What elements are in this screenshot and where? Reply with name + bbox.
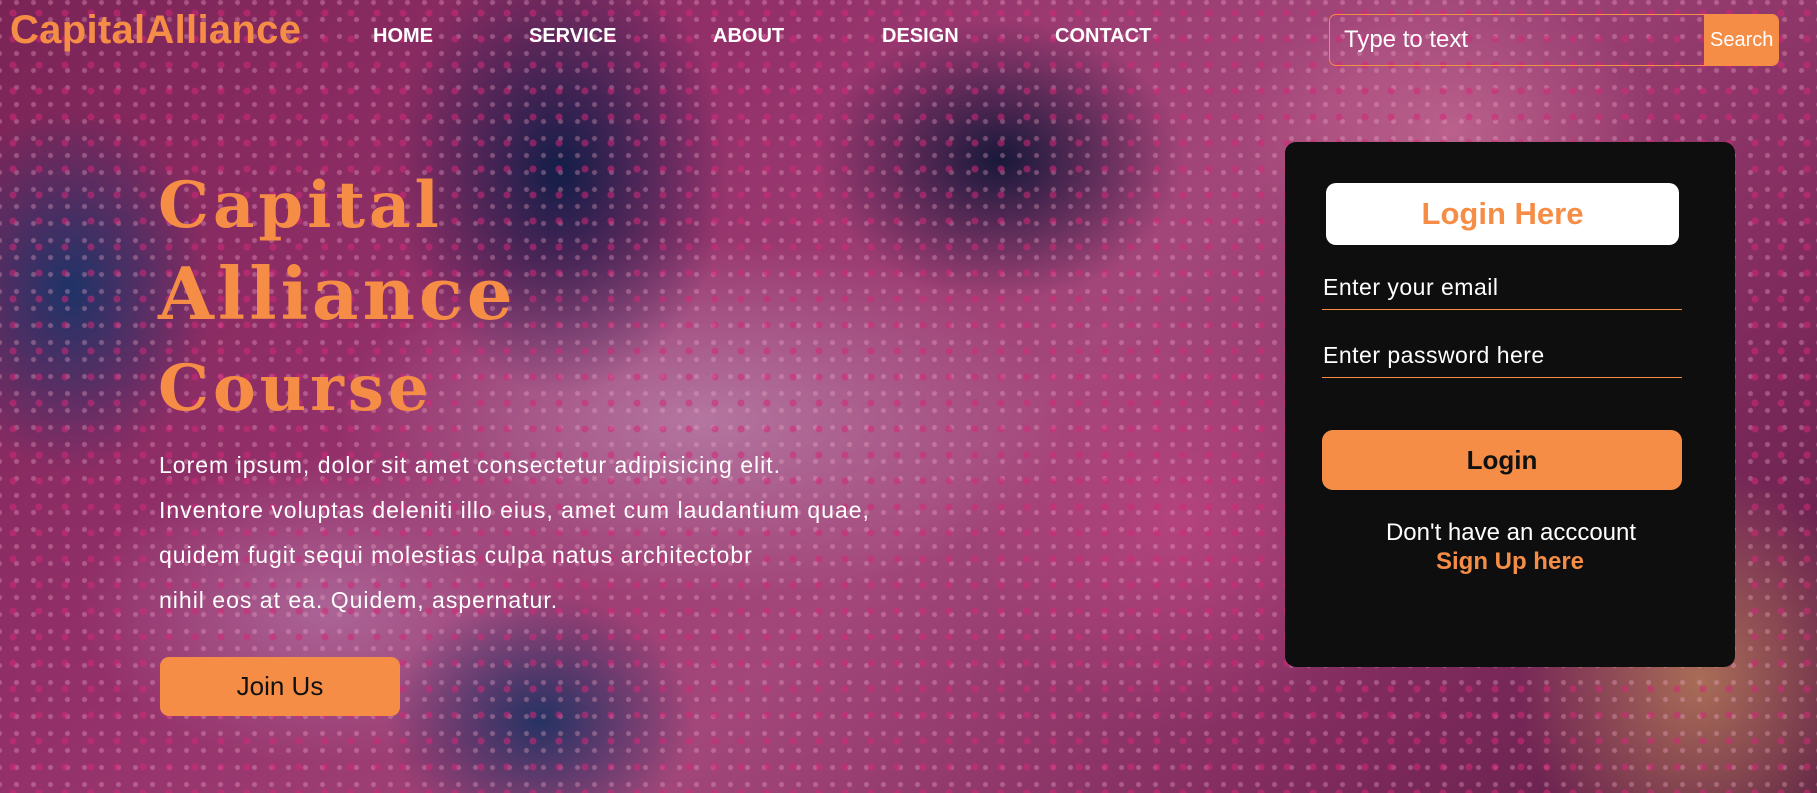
nav-contact[interactable]: CONTACT (1055, 25, 1151, 48)
nav-design[interactable]: DESIGN (882, 25, 959, 48)
hero-description-line: nihil eos at ea. Quidem, aspernatur. (159, 587, 559, 613)
search-button[interactable]: Search (1704, 15, 1778, 65)
search-input[interactable] (1330, 15, 1706, 65)
nav-service[interactable]: SERVICE (529, 25, 616, 48)
hero-title-line: Capital (158, 168, 443, 243)
email-field[interactable] (1322, 266, 1682, 310)
join-us-button[interactable]: Join Us (160, 657, 400, 716)
login-card: Login Here Login Don't have an acccount … (1285, 142, 1735, 667)
hero-title-line: Alliance (158, 251, 517, 336)
hero-description-line: Inventore voluptas deleniti illo eius, a… (159, 497, 870, 523)
hero-title: Capital Alliance Course (158, 168, 517, 434)
signup-prompt: Don't have an acccount Sign Up here (1285, 518, 1735, 576)
nav-home[interactable]: HOME (373, 25, 433, 48)
signup-link[interactable]: Sign Up here (1436, 547, 1584, 576)
search-box: Search (1329, 14, 1779, 66)
hero-description: Lorem ipsum, dolor sit amet consectetur … (159, 443, 870, 623)
hero-description-line: quidem fugit sequi molestias culpa natus… (159, 542, 753, 568)
hero-title-line: Course (158, 351, 433, 426)
nav-about[interactable]: ABOUT (713, 25, 784, 48)
login-heading: Login Here (1326, 183, 1679, 245)
hero-description-line: Lorem ipsum, dolor sit amet consectetur … (159, 452, 782, 478)
brand-logo[interactable]: CapitalAlliance (10, 8, 301, 53)
no-account-text: Don't have an acccount (1385, 519, 1637, 546)
login-button[interactable]: Login (1322, 430, 1682, 490)
password-field[interactable] (1322, 334, 1682, 378)
